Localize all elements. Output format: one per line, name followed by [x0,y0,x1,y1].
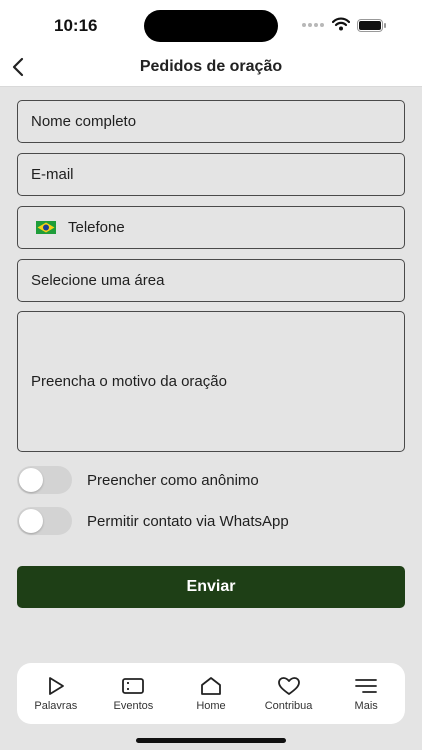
tab-label: Palavras [34,700,78,712]
tab-label: Contribua [264,700,313,712]
battery-icon [357,19,386,32]
area-select[interactable]: Selecione uma área [17,259,405,302]
anonymous-toggle[interactable] [17,466,72,494]
full-name-input[interactable]: Nome completo [17,100,405,143]
home-indicator [136,738,286,743]
area-placeholder: Selecione uma área [31,272,165,289]
menu-icon [355,679,378,693]
navigation-header: Pedidos de oração [0,50,422,87]
email-placeholder: E-mail [31,166,74,183]
tab-palavras[interactable]: Palavras [20,668,92,720]
status-time: 10:16 [54,16,98,35]
heart-icon [277,677,300,695]
email-input[interactable]: E-mail [17,153,405,196]
whatsapp-toggle-row: Permitir contato via WhatsApp [17,507,289,535]
anonymous-toggle-label: Preencher como anônimo [87,471,259,489]
home-icon [201,677,221,695]
tab-label: Mais [354,700,378,712]
ticket-icon [122,678,145,694]
bottom-tab-bar: Palavras Eventos Home Contribua Mais [17,663,405,724]
tab-contribua[interactable]: Contribua [253,668,325,720]
toggle-knob [19,509,43,533]
anonymous-toggle-row: Preencher como anônimo [17,466,259,494]
brazil-flag-icon[interactable] [36,221,56,234]
prayer-reason-placeholder: Preencha o motivo da oração [31,373,227,390]
prayer-reason-textarea[interactable]: Preencha o motivo da oração [17,311,405,452]
tab-label: Eventos [113,700,154,712]
status-bar: 10:16 [0,0,422,50]
page-title: Pedidos de oração [139,58,283,75]
whatsapp-toggle[interactable] [17,507,72,535]
full-name-placeholder: Nome completo [31,113,137,130]
tab-home[interactable]: Home [175,668,247,720]
wifi-icon [332,17,350,31]
submit-button[interactable]: Enviar [17,566,405,608]
tab-label: Home [196,700,226,712]
toggle-knob [19,468,43,492]
phone-input[interactable]: Telefone [17,206,405,249]
cellular-signal-icon [302,23,324,27]
whatsapp-toggle-label: Permitir contato via WhatsApp [87,512,289,530]
phone-placeholder: Telefone [68,219,125,236]
tab-mais[interactable]: Mais [330,668,402,720]
tab-eventos[interactable]: Eventos [97,668,169,720]
dynamic-island [144,10,278,42]
play-icon [48,677,64,695]
